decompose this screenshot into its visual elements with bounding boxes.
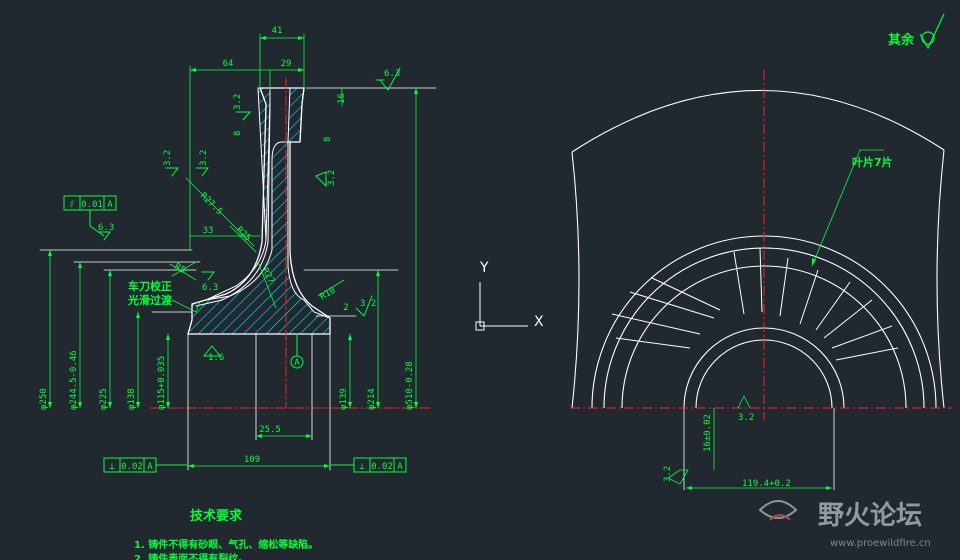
ucs-icon bbox=[475, 282, 528, 331]
dim-r5: R5 bbox=[173, 262, 187, 276]
blades bbox=[611, 247, 899, 361]
roughness-hub-bottom: 1.6 bbox=[208, 353, 224, 363]
watermark-url: www.proewildfire.cn bbox=[830, 538, 931, 549]
dim-8a: 8 bbox=[233, 131, 243, 136]
roughness-face-left: 3.2 bbox=[199, 150, 209, 166]
flatness-value: 0.01 bbox=[81, 200, 103, 210]
blade-note: 叶片7片 bbox=[852, 155, 893, 169]
watermark-title: 野火论坛 bbox=[818, 501, 922, 531]
runout-right-symbol: ⊥ bbox=[359, 462, 365, 472]
dim-29: 29 bbox=[281, 59, 292, 69]
ucs-x-label: X bbox=[534, 314, 544, 330]
watermark: 野火论坛 www.proewildfire.cn bbox=[758, 500, 931, 549]
roughness-right-view-bore: 3.2 bbox=[738, 413, 754, 423]
ucs-y-label: Y bbox=[479, 260, 489, 276]
dim-41: 41 bbox=[272, 26, 283, 36]
front-view bbox=[571, 90, 945, 490]
tech-requirements-title: 技术要求 bbox=[190, 508, 243, 524]
dim-64: 64 bbox=[223, 59, 234, 69]
runout-left-datum: A bbox=[147, 462, 153, 472]
roughness-bore: 6.3 bbox=[202, 283, 218, 293]
dim-phi250: φ250 bbox=[39, 388, 49, 410]
dim-phi138: φ138 bbox=[127, 388, 137, 410]
roughness-hub-right: 3.2 bbox=[360, 299, 376, 309]
roughness-rest-symbol bbox=[919, 13, 945, 50]
roughness-stem-left-inner: 3.2 bbox=[163, 150, 173, 166]
dim-r10: R10 bbox=[319, 286, 338, 303]
dim-r25: R25 bbox=[234, 225, 253, 244]
dim-phi214: φ214 bbox=[367, 388, 377, 410]
roughness-right-view-left: 3.2 bbox=[663, 466, 673, 482]
dim-phi225: φ225 bbox=[99, 388, 109, 410]
dim-25-5: 25.5 bbox=[259, 425, 281, 435]
roughness-hub-left: 6.3 bbox=[98, 223, 114, 233]
dim-119-4: 119.4+0.2 bbox=[742, 479, 791, 489]
dim-phi510: φ510-0.28 bbox=[405, 361, 415, 410]
roughness-stem-right: 3.2 bbox=[327, 170, 337, 186]
dim-phi139: φ139 bbox=[339, 388, 349, 410]
dim-109: 109 bbox=[244, 455, 260, 465]
tech-requirement-2: 2. 铸件表面不得有裂纹。 bbox=[134, 552, 248, 560]
dim-phi115: φ115+0.035 bbox=[157, 356, 167, 410]
section-dimension-texts: 41 64 29 16 8 8 33 R27.5 R25 R27 R10 R5 … bbox=[39, 26, 415, 465]
dim-r27-5: R27.5 bbox=[198, 191, 224, 217]
section-hatch bbox=[187, 87, 331, 335]
runout-right-value: 0.02 bbox=[371, 462, 393, 472]
runout-left-symbol: ⊥ bbox=[109, 462, 115, 472]
outer-shroud bbox=[571, 90, 945, 153]
tolerance-texts: ⫽ 0.01 A ⊥ 0.02 A ⊥ 0.02 A A bbox=[69, 200, 403, 472]
flatness-datum: A bbox=[107, 200, 113, 210]
turning-note-line1: 车刀校正 bbox=[128, 279, 172, 293]
turning-note-line2: 光滑过渡 bbox=[127, 293, 173, 307]
runout-right-datum: A bbox=[397, 462, 403, 472]
datum-a-label: A bbox=[294, 358, 300, 368]
dim-16: 16 bbox=[337, 93, 347, 104]
dim-8b: 8 bbox=[323, 137, 333, 142]
dim-2: 2 bbox=[343, 303, 348, 313]
dim-16-tol: 16±0.02 bbox=[703, 414, 713, 452]
front-view-dimensions bbox=[667, 149, 884, 489]
cad-drawing: 41 64 29 16 8 8 33 R27.5 R25 R27 R10 R5 … bbox=[39, 13, 952, 560]
dim-phi244: φ244.5-0.46 bbox=[69, 350, 79, 410]
runout-left-value: 0.02 bbox=[121, 462, 143, 472]
roughness-rest-label: 其余 bbox=[888, 32, 915, 48]
flatness-symbol: ⫽ bbox=[69, 200, 74, 210]
dim-33: 33 bbox=[203, 226, 214, 236]
extension-lines bbox=[39, 87, 437, 471]
roughness-stem-left-outer: 3.2 bbox=[233, 94, 243, 110]
roughness-top: 6.3 bbox=[384, 69, 400, 79]
tech-requirement-1: 1. 铸件不得有砂眼、气孔、缩松等缺陷。 bbox=[134, 538, 318, 551]
